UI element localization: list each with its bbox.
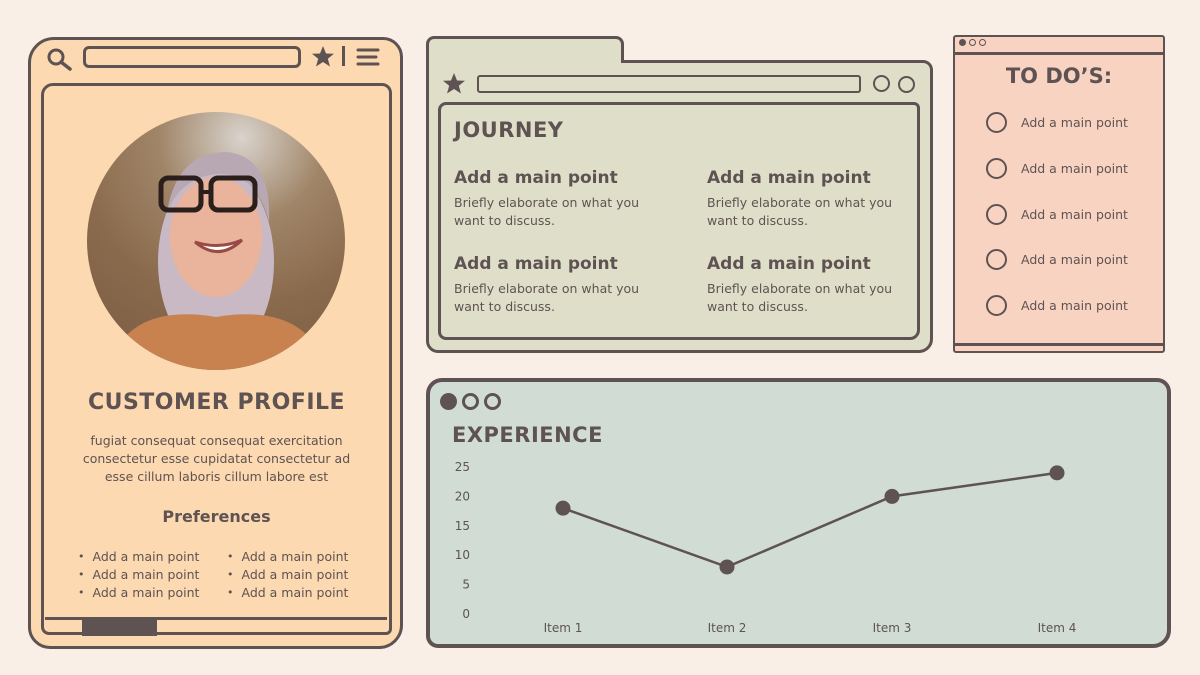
window-control-button[interactable] <box>440 393 457 410</box>
preference-item: Add a main point <box>227 566 349 584</box>
preference-item: Add a main point <box>78 566 200 584</box>
journey-point: Add a main point Briefly elaborate on wh… <box>707 168 907 230</box>
journey-point: Add a main point Briefly elaborate on wh… <box>454 168 654 230</box>
todo-checkbox[interactable] <box>986 295 1007 316</box>
data-point[interactable] <box>555 500 571 516</box>
todo-checkbox[interactable] <box>986 249 1007 270</box>
todo-checkbox[interactable] <box>986 158 1007 179</box>
todo-label: Add a main point <box>1021 115 1128 130</box>
todo-checkbox[interactable] <box>986 204 1007 225</box>
preference-item: Add a main point <box>227 548 349 566</box>
preference-item: Add a main point <box>78 584 200 602</box>
journey-point-body: Briefly elaborate on what you want to di… <box>707 195 893 228</box>
bottom-divider <box>955 343 1163 346</box>
journey-point-heading: Add a main point <box>454 254 618 274</box>
todo-item[interactable]: Add a main point <box>986 249 1128 270</box>
todo-label: Add a main point <box>1021 298 1128 313</box>
todo-item[interactable]: Add a main point <box>986 204 1128 225</box>
todo-label: Add a main point <box>1021 161 1128 176</box>
y-tick-label: 15 <box>455 519 470 533</box>
journey-point-body: Briefly elaborate on what you want to di… <box>454 195 640 228</box>
y-tick-label: 20 <box>455 489 470 503</box>
profile-photo <box>87 112 345 370</box>
todo-label: Add a main point <box>1021 252 1128 267</box>
person-avatar-icon <box>107 152 327 370</box>
x-tick-label: Item 4 <box>1038 621 1077 635</box>
y-tick-label: 25 <box>455 460 470 474</box>
menu-icon[interactable] <box>356 47 380 67</box>
preferences-list-left: Add a main point Add a main point Add a … <box>78 548 200 602</box>
journey-point: Add a main point Briefly elaborate on wh… <box>707 254 907 316</box>
search-input[interactable] <box>83 46 301 68</box>
journey-title: JOURNEY <box>454 118 564 142</box>
profile-description: fugiat consequat consequat exercitation … <box>82 433 351 484</box>
preference-item: Add a main point <box>227 584 349 602</box>
titlebar-divider <box>955 52 1163 55</box>
window-control-button[interactable] <box>969 39 976 46</box>
star-icon[interactable] <box>311 45 335 67</box>
experience-line-chart: 0 5 10 15 20 25 Item 1 Item 2 Item 3 Item 4 <box>455 460 1077 635</box>
todo-item[interactable]: Add a main point <box>986 158 1128 179</box>
y-tick-label: 5 <box>462 578 470 592</box>
todo-item[interactable]: Add a main point <box>986 112 1128 133</box>
todo-title: TO DO’S: <box>1005 64 1113 88</box>
data-point[interactable] <box>1049 465 1065 481</box>
address-bar-input[interactable] <box>477 75 861 93</box>
search-icon[interactable] <box>45 47 75 71</box>
journey-point-heading: Add a main point <box>454 168 618 188</box>
todo-checkbox[interactable] <box>986 112 1007 133</box>
x-tick-label: Item 2 <box>708 621 747 635</box>
data-point[interactable] <box>884 488 900 504</box>
window-control-button[interactable] <box>873 75 890 92</box>
window-control-button[interactable] <box>462 393 479 410</box>
preferences-heading: Preferences <box>162 507 271 526</box>
todo-item[interactable]: Add a main point <box>986 295 1128 316</box>
journey-point: Add a main point Briefly elaborate on wh… <box>454 254 654 316</box>
window-control-button[interactable] <box>484 393 501 410</box>
todo-label: Add a main point <box>1021 207 1128 222</box>
tab-joint <box>429 60 621 66</box>
data-point[interactable] <box>719 559 735 575</box>
journey-point-body: Briefly elaborate on what you want to di… <box>454 281 640 314</box>
window-control-button[interactable] <box>959 39 966 46</box>
x-tick-label: Item 3 <box>873 621 912 635</box>
window-control-button[interactable] <box>979 39 986 46</box>
series-line <box>562 471 1058 569</box>
y-tick-label: 10 <box>455 548 470 562</box>
experience-title: EXPERIENCE <box>452 423 603 447</box>
profile-title: CUSTOMER PROFILE <box>87 390 346 415</box>
preference-item: Add a main point <box>78 548 200 566</box>
y-tick-label: 0 <box>462 607 470 621</box>
journey-point-heading: Add a main point <box>707 254 871 274</box>
scrollbar-thumb[interactable] <box>82 619 157 636</box>
journey-point-body: Briefly elaborate on what you want to di… <box>707 281 893 314</box>
toolbar-divider <box>342 46 345 66</box>
preferences-list-right: Add a main point Add a main point Add a … <box>227 548 349 602</box>
window-control-button[interactable] <box>898 76 915 93</box>
journey-point-heading: Add a main point <box>707 168 871 188</box>
x-tick-label: Item 1 <box>544 621 583 635</box>
star-icon[interactable] <box>442 72 466 94</box>
